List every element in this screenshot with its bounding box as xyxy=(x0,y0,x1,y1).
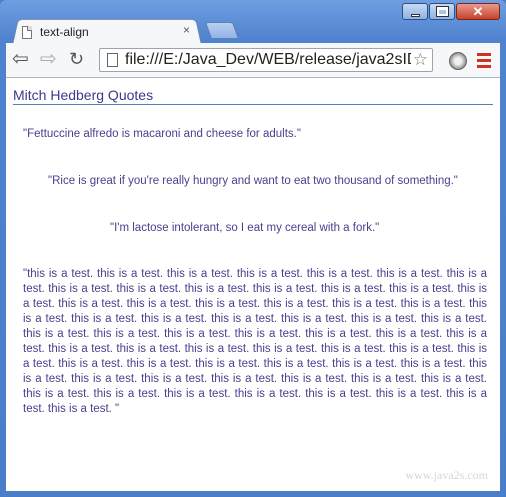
minimize-button[interactable] xyxy=(402,3,428,20)
quote-center-aligned: "I'm lactose intolerant, so I eat my cer… xyxy=(110,222,380,234)
document-icon xyxy=(22,25,32,39)
page-heading: Mitch Hedberg Quotes xyxy=(13,87,493,105)
tab-close-button[interactable]: × xyxy=(183,23,190,37)
window-controls: ✕ xyxy=(401,3,500,20)
address-bar[interactable]: file:///E:/Java_Dev/WEB/release/java2sID… xyxy=(99,48,433,72)
toolbar: ⇦ ⇨ ↻ file:///E:/Java_Dev/WEB/release/ja… xyxy=(6,43,500,78)
menu-icon[interactable] xyxy=(477,53,491,71)
minimize-icon xyxy=(411,14,420,17)
quote-right-aligned: "Rice is great if you're really hungry a… xyxy=(48,175,458,187)
watermark: www.java2s.com xyxy=(405,468,488,482)
url-text: file:///E:/Java_Dev/WEB/release/java2sID xyxy=(125,51,419,68)
maximize-button[interactable] xyxy=(429,3,455,20)
maximize-icon xyxy=(437,7,448,16)
tab-title: text-align xyxy=(40,25,89,39)
close-icon: ✕ xyxy=(472,4,484,19)
bookmark-star-icon[interactable]: ☆ xyxy=(410,50,428,70)
tab-content: text-align xyxy=(22,21,89,43)
extension-icon[interactable] xyxy=(449,52,467,70)
page-content: Mitch Hedberg Quotes "Fettuccine alfredo… xyxy=(6,78,500,491)
page-icon xyxy=(107,53,118,67)
browser-window: ✕ text-align × ⇦ ⇨ ↻ file:///E:/Java_Dev… xyxy=(0,0,506,497)
close-window-button[interactable]: ✕ xyxy=(456,3,500,20)
new-tab-button[interactable] xyxy=(204,22,240,39)
quote-left-aligned: "Fettuccine alfredo is macaroni and chee… xyxy=(23,128,301,140)
justified-test-paragraph: "this is a test. this is a test. this is… xyxy=(23,268,487,415)
reload-button[interactable]: ↻ xyxy=(69,49,84,69)
back-button[interactable]: ⇦ xyxy=(12,49,29,69)
forward-button[interactable]: ⇨ xyxy=(40,49,57,69)
